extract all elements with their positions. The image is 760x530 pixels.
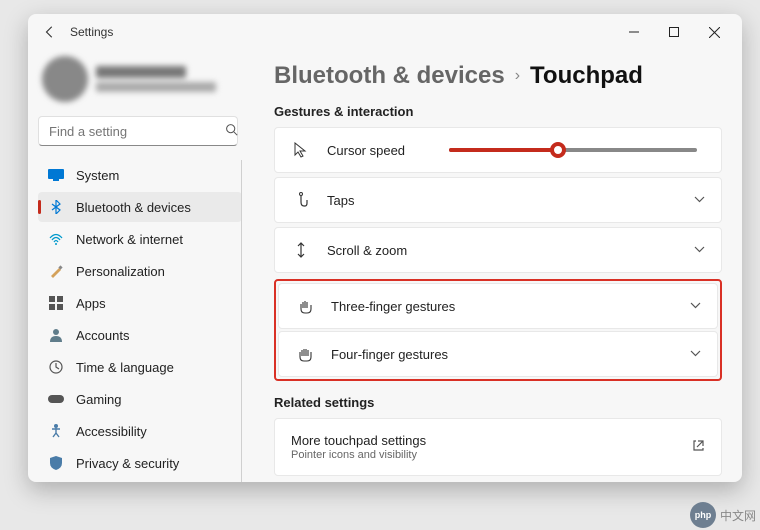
sidebar-item-label: Time & language <box>76 360 174 375</box>
sidebar-item-label: Accounts <box>76 328 129 343</box>
avatar <box>42 56 88 102</box>
taps-label: Taps <box>327 193 354 208</box>
sidebar-item-label: Personalization <box>76 264 165 279</box>
chevron-down-icon <box>690 300 701 312</box>
sidebar-item-accessibility[interactable]: Accessibility <box>38 416 242 446</box>
sidebar-item-apps[interactable]: Apps <box>38 288 242 318</box>
search-box[interactable] <box>38 116 238 146</box>
sidebar-item-label: Privacy & security <box>76 456 179 471</box>
sidebar-item-label: Bluetooth & devices <box>76 200 191 215</box>
accessibility-icon <box>48 423 64 439</box>
sidebar-item-privacy[interactable]: Privacy & security <box>38 448 242 478</box>
bluetooth-icon <box>48 199 64 215</box>
watermark-logo: php <box>690 502 716 528</box>
page-title: Touchpad <box>530 62 643 90</box>
chevron-down-icon <box>690 348 701 360</box>
chevron-down-icon <box>694 194 705 206</box>
network-icon <box>48 231 64 247</box>
sidebar-item-label: Accessibility <box>76 424 147 439</box>
minimize-button[interactable] <box>614 16 654 48</box>
section-related-title: Related settings <box>274 395 722 410</box>
sidebar-item-label: System <box>76 168 119 183</box>
scroll-icon <box>291 242 311 258</box>
watermark-text: 中文网 <box>720 507 756 524</box>
chevron-down-icon <box>694 244 705 256</box>
taps-row[interactable]: Taps <box>274 177 722 223</box>
external-link-icon <box>692 439 705 455</box>
sidebar-item-time[interactable]: Time & language <box>38 352 242 382</box>
search-input[interactable] <box>49 124 225 139</box>
sidebar: System Bluetooth & devices Network & int… <box>28 50 246 482</box>
accounts-icon <box>48 327 64 343</box>
sidebar-item-personalization[interactable]: Personalization <box>38 256 242 286</box>
watermark: php 中文网 <box>690 502 756 528</box>
four-finger-icon <box>295 346 315 362</box>
section-gestures-title: Gestures & interaction <box>274 104 722 119</box>
sidebar-item-bluetooth[interactable]: Bluetooth & devices <box>38 192 242 222</box>
system-icon <box>48 167 64 183</box>
nav-list: System Bluetooth & devices Network & int… <box>38 160 242 482</box>
cursor-speed-slider[interactable] <box>449 148 697 152</box>
four-finger-label: Four-finger gestures <box>331 347 448 362</box>
cursor-speed-label: Cursor speed <box>327 143 405 158</box>
sidebar-item-label: Apps <box>76 296 106 311</box>
sidebar-item-label: Network & internet <box>76 232 183 247</box>
apps-icon <box>48 295 64 311</box>
highlight-annotation: Three-finger gestures Four-finger gestur… <box>274 279 722 381</box>
breadcrumb-parent[interactable]: Bluetooth & devices <box>274 62 505 90</box>
personalization-icon <box>48 263 64 279</box>
gaming-icon <box>48 391 64 407</box>
tap-icon <box>291 192 311 208</box>
window-title: Settings <box>70 25 113 39</box>
sidebar-item-gaming[interactable]: Gaming <box>38 384 242 414</box>
sidebar-item-accounts[interactable]: Accounts <box>38 320 242 350</box>
sidebar-item-label: Gaming <box>76 392 122 407</box>
more-touchpad-row[interactable]: More touchpad settings Pointer icons and… <box>274 418 722 476</box>
cursor-speed-row[interactable]: Cursor speed <box>274 127 722 173</box>
user-profile[interactable] <box>38 52 242 106</box>
breadcrumb: Bluetooth & devices › Touchpad <box>274 62 722 90</box>
search-icon <box>225 123 238 139</box>
slider-thumb[interactable] <box>550 142 566 158</box>
shield-icon <box>48 455 64 471</box>
three-finger-row[interactable]: Three-finger gestures <box>278 283 718 329</box>
back-button[interactable] <box>36 18 64 46</box>
sidebar-item-update[interactable]: Windows Update <box>38 480 242 482</box>
more-touchpad-sub: Pointer icons and visibility <box>291 449 676 461</box>
cursor-icon <box>291 142 311 158</box>
scroll-zoom-label: Scroll & zoom <box>327 243 407 258</box>
scroll-zoom-row[interactable]: Scroll & zoom <box>274 227 722 273</box>
main-content: Bluetooth & devices › Touchpad Gestures … <box>246 50 742 482</box>
titlebar: Settings <box>28 14 742 50</box>
sidebar-item-network[interactable]: Network & internet <box>38 224 242 254</box>
close-button[interactable] <box>694 16 734 48</box>
settings-window: Settings <box>28 14 742 482</box>
time-icon <box>48 359 64 375</box>
chevron-right-icon: › <box>515 67 520 85</box>
three-finger-icon <box>295 298 315 314</box>
three-finger-label: Three-finger gestures <box>331 299 455 314</box>
more-touchpad-label: More touchpad settings <box>291 433 676 448</box>
sidebar-item-system[interactable]: System <box>38 160 242 190</box>
four-finger-row[interactable]: Four-finger gestures <box>278 331 718 377</box>
maximize-button[interactable] <box>654 16 694 48</box>
